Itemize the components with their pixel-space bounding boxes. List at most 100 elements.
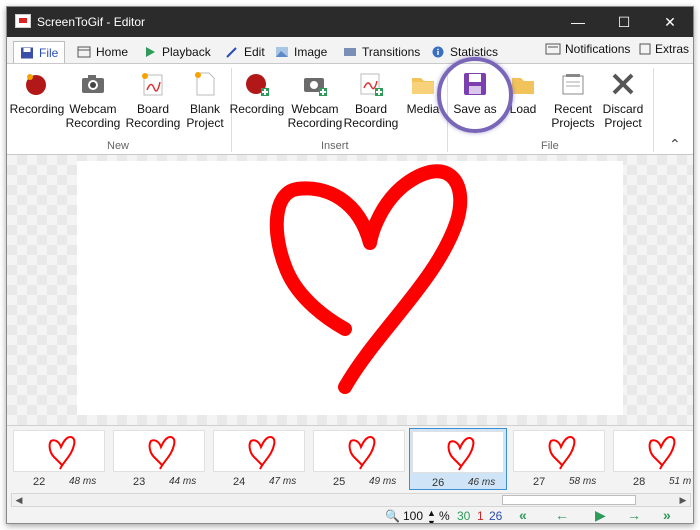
- tab-home[interactable]: Home: [71, 41, 134, 63]
- frame-number: 24: [233, 476, 246, 488]
- frame-count: 30: [457, 509, 471, 523]
- tab-playback-label: Playback: [162, 45, 211, 59]
- minimize-button[interactable]: —: [555, 7, 601, 37]
- pencil-icon: [226, 47, 237, 58]
- button-label: Recording: [125, 116, 181, 130]
- frame-number: 25: [333, 476, 346, 488]
- button-label: Project: [186, 116, 224, 130]
- button-label: Recent: [553, 102, 593, 116]
- button-label: Recording: [287, 116, 343, 130]
- button-label: Media: [406, 102, 440, 116]
- notifications-icon: [545, 43, 561, 55]
- frame-thumbnail[interactable]: 28 51 m: [611, 428, 693, 490]
- close-button[interactable]: ✕: [647, 7, 693, 37]
- button-label: Webcam: [291, 102, 339, 116]
- frame-number: 23: [133, 476, 146, 488]
- button-label: Load: [509, 102, 537, 116]
- board-icon: [142, 73, 163, 96]
- frame-list: 22 48 ms 23 44 ms 24 47 ms 25 49 ms 26 4…: [7, 425, 693, 493]
- new-recording-button[interactable]: Recording: [7, 68, 67, 138]
- window-title: ScreenToGif - Editor: [37, 15, 146, 29]
- frame-thumbnail[interactable]: 24 47 ms: [211, 428, 309, 490]
- button-label: Blank: [189, 102, 221, 116]
- zoom-value[interactable]: 100: [403, 509, 423, 523]
- button-label: Board: [136, 102, 170, 116]
- current-frame: 26: [489, 509, 503, 523]
- scrollbar-thumb[interactable]: [502, 495, 636, 505]
- extras-label: Extras: [655, 42, 690, 56]
- insert-board-recording-button[interactable]: Board Recording: [341, 68, 401, 138]
- button-label: Webcam: [69, 102, 117, 116]
- frame-thumbnail[interactable]: 22 48 ms: [11, 428, 109, 490]
- tab-file[interactable]: File: [13, 41, 66, 63]
- button-label: Board: [354, 102, 388, 116]
- thumbnail-image: [13, 430, 105, 472]
- blank-project-icon: [195, 72, 215, 96]
- tab-image[interactable]: Image: [269, 41, 333, 63]
- tab-playback[interactable]: Playback: [137, 41, 217, 63]
- frame-thumbnail-selected[interactable]: 26 46 ms: [409, 428, 507, 490]
- info-icon: [432, 46, 444, 58]
- last-frame-icon[interactable]: »: [663, 507, 671, 523]
- insert-webcam-recording-button[interactable]: Webcam Recording: [285, 68, 345, 138]
- frame-number: 22: [33, 476, 46, 488]
- notifications-button[interactable]: Notifications: [545, 42, 630, 56]
- collapse-ribbon-icon[interactable]: ⌃: [669, 136, 681, 153]
- zoom-percent: %: [439, 509, 450, 523]
- new-board-recording-button[interactable]: Board Recording: [123, 68, 183, 138]
- frame-thumbnail[interactable]: 27 58 ms: [511, 428, 609, 490]
- heart-drawing: [269, 164, 468, 394]
- folder-icon: [412, 78, 434, 94]
- frame-duration: 49 ms: [369, 476, 397, 487]
- tab-edit-label: Edit: [244, 45, 265, 59]
- group-label-file: File: [541, 140, 559, 152]
- status-bar: 🔍 100 ▲ ▼ % 30 1 26 « ← ▶ → »: [7, 507, 693, 523]
- thumbnail-image: [613, 430, 693, 472]
- first-frame-icon[interactable]: «: [519, 507, 527, 523]
- tab-transitions[interactable]: Transitions: [337, 41, 426, 63]
- thumbnail-image: [113, 430, 205, 472]
- board-add-icon: [360, 73, 383, 96]
- zoom-stepper-icon[interactable]: ▲ ▼: [427, 508, 436, 523]
- ribbon-tabs: File Home Playback Edit Image Transition…: [7, 37, 693, 63]
- tab-edit[interactable]: Edit: [219, 41, 271, 63]
- button-label: Project: [604, 116, 642, 130]
- recent-projects-icon: [562, 74, 584, 95]
- frame-number: 28: [633, 476, 646, 488]
- tab-home-label: Home: [96, 45, 129, 59]
- frame-number: 26: [432, 477, 445, 489]
- thumbnail-image: [313, 430, 405, 472]
- folder-open-icon: [512, 78, 534, 94]
- canvas-area: [7, 155, 693, 425]
- frame-preview: [77, 161, 623, 415]
- previous-frame-icon[interactable]: ←: [555, 507, 569, 523]
- frame-duration: 44 ms: [169, 476, 197, 487]
- image-icon: [276, 47, 288, 57]
- maximize-button[interactable]: ☐: [601, 7, 647, 37]
- scroll-left-icon[interactable]: ◀: [12, 494, 26, 506]
- next-frame-icon[interactable]: →: [627, 507, 641, 523]
- frame-duration: 51 m: [669, 476, 692, 487]
- play-icon: [146, 47, 155, 57]
- transitions-icon: [344, 48, 356, 56]
- frame-duration: 58 ms: [569, 476, 597, 487]
- new-blank-project-button[interactable]: Blank Project: [175, 68, 235, 138]
- scroll-right-icon[interactable]: ▶: [676, 494, 690, 506]
- thumbnail-image: [513, 430, 605, 472]
- notifications-label: Notifications: [565, 42, 631, 56]
- new-webcam-recording-button[interactable]: Webcam Recording: [63, 68, 123, 138]
- horizontal-scrollbar[interactable]: ◀ ▶: [11, 493, 691, 507]
- thumbnail-image: [213, 430, 305, 472]
- discard-project-button[interactable]: Discard Project: [593, 68, 653, 138]
- webcam-icon: [82, 75, 104, 93]
- tab-image-label: Image: [294, 45, 328, 59]
- play-icon[interactable]: ▶: [595, 507, 606, 523]
- selected-count: 1: [477, 509, 484, 523]
- extras-button[interactable]: Extras: [639, 42, 689, 56]
- frame-thumbnail[interactable]: 23 44 ms: [111, 428, 209, 490]
- frame-thumbnail[interactable]: 25 49 ms: [311, 428, 409, 490]
- button-label: Recording: [9, 102, 65, 116]
- insert-recording-button[interactable]: Recording: [227, 68, 287, 138]
- frame-number: 27: [533, 476, 546, 488]
- frame-duration: 46 ms: [468, 477, 496, 488]
